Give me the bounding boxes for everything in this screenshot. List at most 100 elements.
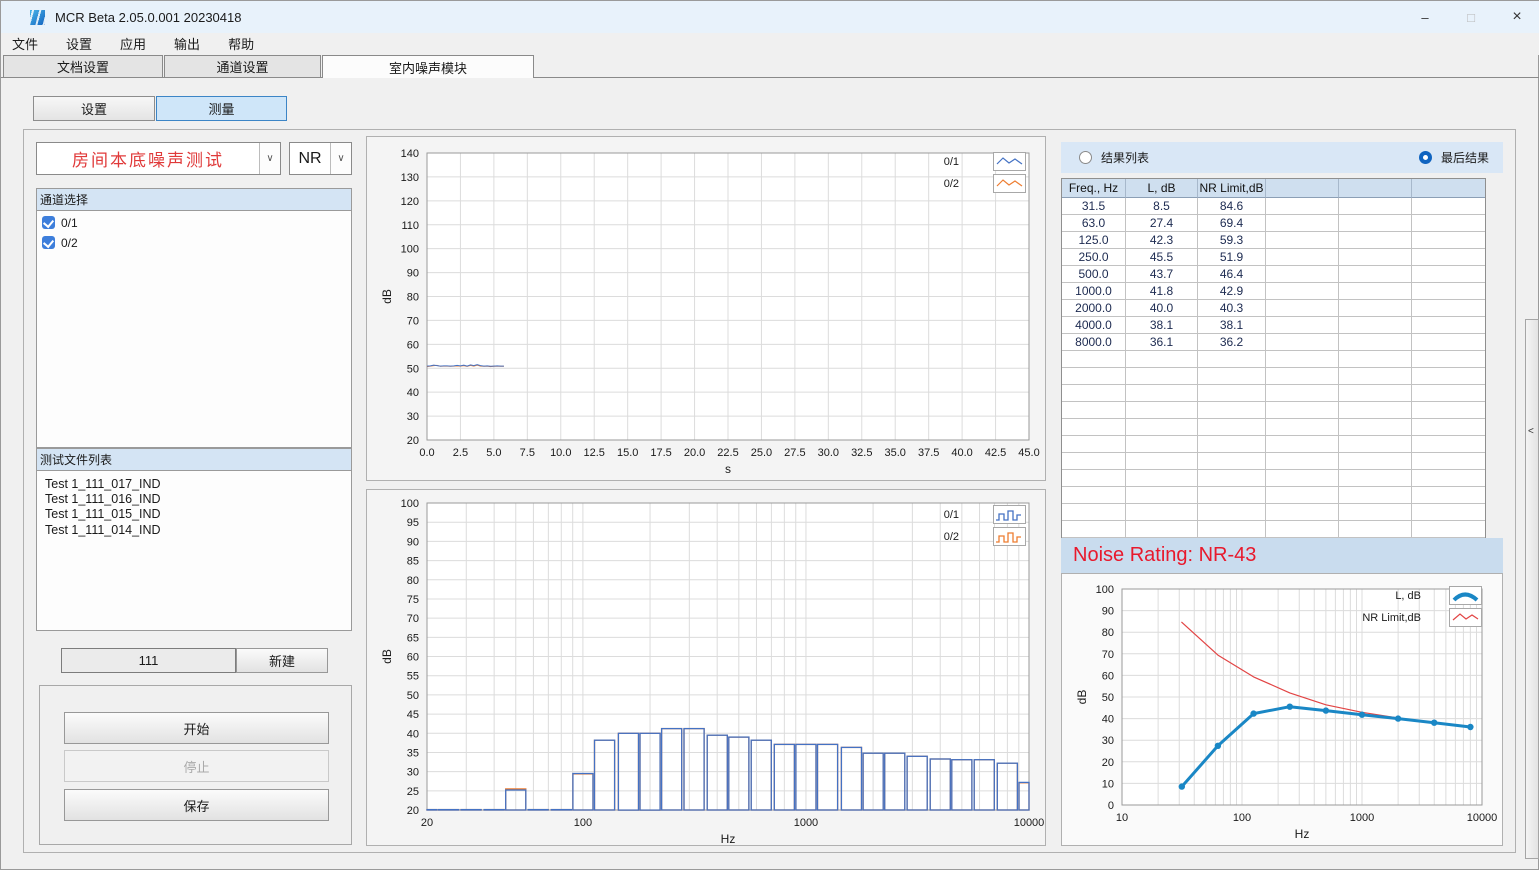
table-cell[interactable] [1198, 453, 1266, 470]
table-cell[interactable] [1339, 419, 1412, 436]
table-cell[interactable] [1266, 215, 1339, 232]
table-cell[interactable] [1062, 453, 1126, 470]
table-cell[interactable] [1412, 334, 1485, 351]
table-row[interactable] [1062, 419, 1485, 436]
table-row[interactable] [1062, 521, 1485, 538]
table-row[interactable] [1062, 385, 1485, 402]
table-cell[interactable] [1412, 266, 1485, 283]
table-cell[interactable]: 42.9 [1198, 283, 1266, 300]
table-cell[interactable]: 38.1 [1126, 317, 1198, 334]
table-cell[interactable] [1339, 334, 1412, 351]
subtab-settings[interactable]: 设置 [33, 96, 155, 121]
table-cell[interactable] [1339, 504, 1412, 521]
table-cell[interactable] [1339, 436, 1412, 453]
start-button[interactable]: 开始 [64, 712, 329, 744]
table-cell[interactable] [1339, 249, 1412, 266]
table-cell[interactable] [1266, 232, 1339, 249]
table-cell[interactable]: 63.0 [1062, 215, 1126, 232]
table-cell[interactable] [1339, 470, 1412, 487]
table-cell[interactable] [1266, 198, 1339, 215]
table-cell[interactable] [1412, 300, 1485, 317]
table-cell[interactable] [1126, 504, 1198, 521]
table-cell[interactable] [1412, 436, 1485, 453]
table-cell[interactable] [1412, 283, 1485, 300]
table-cell[interactable] [1266, 368, 1339, 385]
table-cell[interactable]: 500.0 [1062, 266, 1126, 283]
table-cell[interactable]: 51.9 [1198, 249, 1266, 266]
table-cell[interactable] [1126, 419, 1198, 436]
table-cell[interactable] [1198, 351, 1266, 368]
table-cell[interactable] [1412, 487, 1485, 504]
result-list-radio[interactable]: 结果列表 [1079, 149, 1149, 166]
table-cell[interactable] [1198, 521, 1266, 538]
table-cell[interactable] [1126, 368, 1198, 385]
table-cell[interactable] [1412, 453, 1485, 470]
table-cell[interactable] [1198, 487, 1266, 504]
new-button[interactable]: 新建 [236, 648, 328, 673]
subtab-measure[interactable]: 测量 [156, 96, 287, 121]
table-cell[interactable] [1062, 436, 1126, 453]
menu-item[interactable]: 设置 [52, 32, 106, 56]
table-cell[interactable] [1126, 487, 1198, 504]
table-cell[interactable] [1339, 232, 1412, 249]
last-result-radio[interactable]: 最后结果 [1419, 149, 1489, 166]
collapsed-side-panel[interactable]: < [1525, 319, 1539, 859]
table-cell[interactable] [1126, 351, 1198, 368]
table-row[interactable] [1062, 504, 1485, 521]
file-list-item[interactable]: Test 1_111_016_IND [37, 492, 351, 507]
table-cell[interactable] [1412, 385, 1485, 402]
table-row[interactable]: 125.042.359.3 [1062, 232, 1485, 249]
table-cell[interactable] [1266, 266, 1339, 283]
table-cell[interactable] [1412, 232, 1485, 249]
table-row[interactable] [1062, 436, 1485, 453]
table-cell[interactable] [1266, 419, 1339, 436]
table-cell[interactable] [1339, 385, 1412, 402]
table-cell[interactable] [1126, 436, 1198, 453]
table-cell[interactable]: 69.4 [1198, 215, 1266, 232]
table-cell[interactable] [1412, 521, 1485, 538]
table-cell[interactable]: 125.0 [1062, 232, 1126, 249]
file-list-item[interactable]: Test 1_111_014_IND [37, 523, 351, 538]
table-cell[interactable]: 40.3 [1198, 300, 1266, 317]
table-cell[interactable]: 38.1 [1198, 317, 1266, 334]
table-cell[interactable] [1339, 215, 1412, 232]
file-list-item[interactable]: Test 1_111_017_IND [37, 477, 351, 492]
table-cell[interactable]: 45.5 [1126, 249, 1198, 266]
table-cell[interactable] [1062, 504, 1126, 521]
table-row[interactable]: 1000.041.842.9 [1062, 283, 1485, 300]
table-cell[interactable] [1412, 215, 1485, 232]
table-cell[interactable] [1126, 521, 1198, 538]
menu-item[interactable]: 帮助 [214, 32, 268, 56]
table-row[interactable]: 250.045.551.9 [1062, 249, 1485, 266]
main-tab[interactable]: 通道设置 [164, 55, 321, 77]
table-cell[interactable]: 27.4 [1126, 215, 1198, 232]
table-row[interactable] [1062, 487, 1485, 504]
table-cell[interactable]: 8000.0 [1062, 334, 1126, 351]
table-cell[interactable]: 40.0 [1126, 300, 1198, 317]
table-cell[interactable] [1198, 470, 1266, 487]
table-cell[interactable] [1266, 351, 1339, 368]
table-cell[interactable] [1412, 368, 1485, 385]
chevron-down-icon[interactable]: ∨ [259, 143, 280, 174]
minimize-button[interactable]: – [1402, 1, 1448, 33]
channel-row[interactable]: 0/1 [42, 214, 351, 231]
table-cell[interactable] [1266, 402, 1339, 419]
chevron-down-icon[interactable]: ∨ [330, 143, 351, 174]
table-cell[interactable] [1062, 351, 1126, 368]
table-cell[interactable] [1266, 521, 1339, 538]
table-cell[interactable] [1198, 436, 1266, 453]
table-cell[interactable]: 43.7 [1126, 266, 1198, 283]
table-cell[interactable]: 4000.0 [1062, 317, 1126, 334]
checkbox-checked-icon[interactable] [42, 236, 55, 249]
table-cell[interactable] [1062, 419, 1126, 436]
table-cell[interactable] [1062, 521, 1126, 538]
table-cell[interactable]: 31.5 [1062, 198, 1126, 215]
table-cell[interactable] [1062, 368, 1126, 385]
table-row[interactable] [1062, 402, 1485, 419]
save-button[interactable]: 保存 [64, 789, 329, 821]
table-cell[interactable] [1198, 385, 1266, 402]
table-cell[interactable] [1339, 283, 1412, 300]
menu-item[interactable]: 应用 [106, 32, 160, 56]
table-cell[interactable]: 46.4 [1198, 266, 1266, 283]
table-cell[interactable] [1339, 368, 1412, 385]
